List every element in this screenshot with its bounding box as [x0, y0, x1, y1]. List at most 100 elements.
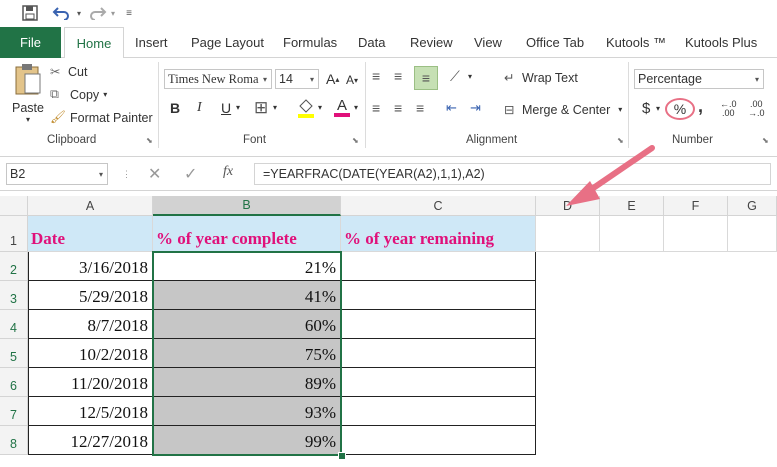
name-box[interactable]: B2 ▾ — [6, 163, 108, 185]
percent-complete-cell[interactable]: 89% — [153, 368, 341, 397]
save-icon[interactable] — [20, 3, 40, 23]
fill-color-button[interactable] — [296, 98, 318, 118]
borders-icon[interactable]: ⊞ — [254, 98, 268, 118]
row-header[interactable]: 7 — [0, 397, 28, 426]
currency-dropdown-icon[interactable]: ▾ — [656, 104, 660, 113]
top-align-icon[interactable]: ≡ — [372, 68, 380, 84]
tab-kutools[interactable]: Kutools ™ — [606, 27, 666, 57]
percent-remaining-cell[interactable] — [341, 426, 536, 455]
fill-handle[interactable] — [338, 452, 346, 460]
paste-button[interactable]: Paste ▾ — [10, 62, 46, 132]
percent-complete-cell[interactable]: 75% — [153, 339, 341, 368]
column-header-e[interactable]: E — [600, 196, 664, 216]
insert-function-icon[interactable]: fx — [223, 164, 233, 180]
row-header[interactable]: 5 — [0, 339, 28, 368]
tab-kutools-plus[interactable]: Kutools Plus — [685, 27, 757, 57]
percent-remaining-cell[interactable] — [341, 310, 536, 339]
currency-button[interactable]: $ — [642, 100, 650, 117]
tab-file[interactable]: File — [0, 27, 61, 58]
row-header[interactable]: 8 — [0, 426, 28, 455]
comma-style-button[interactable]: , — [698, 96, 703, 117]
row-header[interactable]: 2 — [0, 252, 28, 281]
tab-data[interactable]: Data — [358, 27, 385, 57]
percent-complete-cell[interactable]: 41% — [153, 281, 341, 310]
tab-page-layout[interactable]: Page Layout — [191, 27, 264, 57]
underline-dropdown-icon[interactable]: ▾ — [236, 103, 240, 112]
undo-icon[interactable] — [50, 3, 72, 23]
date-cell[interactable]: 12/27/2018 — [28, 426, 153, 455]
format-painter-button[interactable]: 🖌 Format Painter — [50, 110, 153, 125]
tab-view[interactable]: View — [474, 27, 502, 57]
tab-office-tab[interactable]: Office Tab — [526, 27, 584, 57]
align-left-icon[interactable]: ≡ — [372, 100, 380, 116]
cell-c1[interactable]: % of year remaining — [341, 216, 536, 252]
percent-complete-cell[interactable]: 21% — [153, 252, 341, 281]
date-cell[interactable]: 11/20/2018 — [28, 368, 153, 397]
row-header[interactable]: 3 — [0, 281, 28, 310]
select-all-corner[interactable] — [0, 196, 28, 216]
cut-button[interactable]: ✂ Cut — [50, 64, 87, 80]
percent-remaining-cell[interactable] — [341, 368, 536, 397]
date-cell[interactable]: 10/2/2018 — [28, 339, 153, 368]
tab-insert[interactable]: Insert — [135, 27, 168, 57]
align-center-icon[interactable]: ≡ — [394, 100, 402, 116]
number-launcher-icon[interactable]: ⬊ — [762, 136, 769, 145]
column-header-f[interactable]: F — [664, 196, 728, 216]
row-header[interactable]: 4 — [0, 310, 28, 339]
font-launcher-icon[interactable]: ⬊ — [352, 136, 359, 145]
increase-indent-icon[interactable]: ⇥ — [470, 100, 481, 116]
bottom-align-icon[interactable]: ≡ — [414, 66, 438, 90]
percent-remaining-cell[interactable] — [341, 339, 536, 368]
orientation-dropdown-icon[interactable]: ▾ — [468, 72, 472, 81]
copy-button[interactable]: ⧉ Copy ▾ — [50, 87, 107, 102]
orientation-icon[interactable]: ⟋ — [450, 68, 460, 85]
merge-center-button[interactable]: ⊟ Merge & Center ▾ — [504, 102, 622, 118]
align-right-icon[interactable]: ≡ — [416, 100, 424, 116]
formula-input[interactable]: =YEARFRAC(DATE(YEAR(A2),1,1),A2) — [254, 163, 771, 185]
customize-toolbar-icon[interactable]: ≡ — [122, 3, 136, 23]
borders-dropdown-icon[interactable]: ▾ — [273, 103, 277, 112]
font-name-select[interactable]: Times New Roma ▾ — [164, 69, 272, 89]
tab-review[interactable]: Review — [410, 27, 453, 57]
column-header-g[interactable]: G — [728, 196, 777, 216]
cell-g1[interactable] — [728, 216, 777, 252]
clipboard-launcher-icon[interactable]: ⬊ — [146, 136, 153, 145]
column-header-d[interactable]: D — [536, 196, 600, 216]
percent-remaining-cell[interactable] — [341, 252, 536, 281]
tab-formulas[interactable]: Formulas — [283, 27, 337, 57]
middle-align-icon[interactable]: ≡ — [394, 68, 402, 84]
italic-button[interactable]: I — [197, 100, 202, 116]
increase-decimal-icon[interactable]: ←.0.00 — [720, 100, 737, 118]
bold-button[interactable]: B — [170, 100, 180, 116]
redo-dropdown-icon[interactable]: ▾ — [108, 3, 118, 23]
fill-color-dropdown-icon[interactable]: ▾ — [318, 103, 322, 112]
cell-e1[interactable] — [600, 216, 664, 252]
decrease-indent-icon[interactable]: ⇤ — [446, 100, 457, 116]
date-cell[interactable]: 3/16/2018 — [28, 252, 153, 281]
tab-home[interactable]: Home — [64, 27, 124, 59]
percent-complete-cell[interactable]: 93% — [153, 397, 341, 426]
font-color-button[interactable]: A — [334, 98, 350, 117]
cell-b1[interactable]: % of year complete — [153, 216, 341, 252]
undo-dropdown-icon[interactable]: ▾ — [74, 3, 84, 23]
cancel-icon[interactable]: ✕ — [148, 164, 161, 184]
decrease-decimal-icon[interactable]: .00 →.0 — [748, 100, 765, 118]
cell-f1[interactable] — [664, 216, 728, 252]
column-header-b[interactable]: B — [153, 196, 341, 216]
font-color-dropdown-icon[interactable]: ▾ — [354, 103, 358, 112]
column-header-a[interactable]: A — [28, 196, 153, 216]
date-cell[interactable]: 5/29/2018 — [28, 281, 153, 310]
percent-style-button[interactable]: % — [665, 98, 695, 120]
date-cell[interactable]: 8/7/2018 — [28, 310, 153, 339]
percent-remaining-cell[interactable] — [341, 397, 536, 426]
percent-remaining-cell[interactable] — [341, 281, 536, 310]
number-format-select[interactable]: Percentage ▾ — [634, 69, 764, 89]
enter-icon[interactable]: ✓ — [184, 164, 197, 184]
percent-complete-cell[interactable]: 99% — [153, 426, 341, 455]
font-size-select[interactable]: 14 ▾ — [275, 69, 319, 89]
alignment-launcher-icon[interactable]: ⬊ — [617, 136, 624, 145]
cell-d1[interactable] — [536, 216, 600, 252]
date-cell[interactable]: 12/5/2018 — [28, 397, 153, 426]
increase-font-size-button[interactable]: A ▴ — [326, 71, 339, 87]
decrease-font-size-button[interactable]: A ▾ — [346, 73, 358, 87]
